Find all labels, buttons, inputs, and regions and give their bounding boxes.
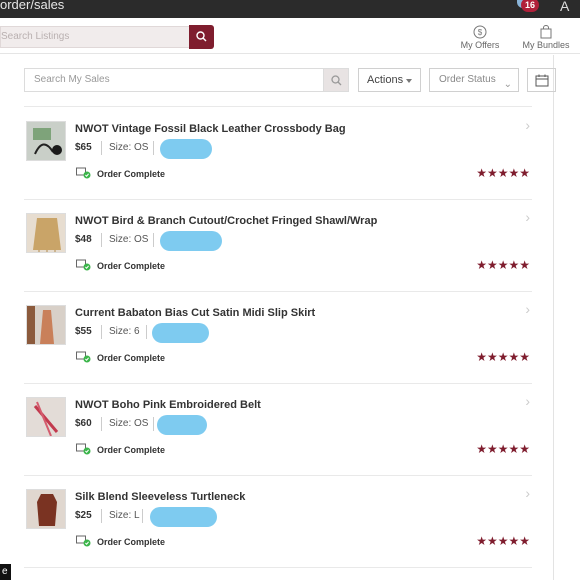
redacted-username xyxy=(160,231,222,251)
my-bundles-link[interactable]: My Bundles xyxy=(520,25,572,50)
order-status-label: Order Status xyxy=(439,74,496,85)
my-bundles-label: My Bundles xyxy=(522,40,570,50)
item-thumbnail xyxy=(26,213,66,253)
svg-text:$: $ xyxy=(478,28,483,37)
caret-down-icon xyxy=(406,79,412,83)
item-thumbnail xyxy=(26,305,66,345)
separator xyxy=(153,141,154,155)
item-size: Size: 6 xyxy=(109,326,140,337)
date-filter-button[interactable] xyxy=(527,68,556,92)
item-size: Size: OS xyxy=(109,418,149,429)
item-size: Size: L xyxy=(109,510,140,521)
order-complete-icon xyxy=(76,535,91,547)
search-listings-input[interactable]: Search Listings xyxy=(0,26,190,48)
redacted-username xyxy=(157,415,207,435)
order-status: Order Complete xyxy=(97,445,166,455)
order-row[interactable]: NWOT Vintage Fossil Black Leather Crossb… xyxy=(24,116,538,208)
bag-icon xyxy=(540,25,552,39)
divider xyxy=(24,383,532,384)
item-price: $55 xyxy=(75,326,92,337)
divider xyxy=(24,475,532,476)
item-thumbnail xyxy=(26,397,66,437)
item-price: $60 xyxy=(75,418,92,429)
chevron-right-icon[interactable]: › xyxy=(525,393,530,409)
rating-stars: ★★★★★ xyxy=(476,442,530,456)
order-row[interactable]: Current Babaton Bias Cut Satin Midi Slip… xyxy=(24,300,538,392)
separator xyxy=(101,325,102,339)
chevron-right-icon[interactable]: › xyxy=(525,301,530,317)
corner-label: e xyxy=(0,564,11,580)
browser-topbar: order/sales 16 A xyxy=(0,0,580,18)
redacted-username xyxy=(160,139,212,159)
site-header: Search Listings $ My Offers My Bundles xyxy=(0,18,580,54)
rating-stars: ★★★★★ xyxy=(476,258,530,272)
item-price: $65 xyxy=(75,142,92,153)
order-complete-icon xyxy=(76,259,91,271)
divider xyxy=(24,291,532,292)
separator xyxy=(153,233,154,247)
search-my-sales-input[interactable]: Search My Sales xyxy=(24,68,324,92)
order-status: Order Complete xyxy=(97,261,166,271)
item-title[interactable]: Current Babaton Bias Cut Satin Midi Slip… xyxy=(75,307,315,319)
item-thumbnail xyxy=(26,489,66,529)
chevron-right-icon[interactable]: › xyxy=(525,209,530,225)
item-title[interactable]: NWOT Boho Pink Embroidered Belt xyxy=(75,399,261,411)
my-offers-label: My Offers xyxy=(460,40,500,50)
order-complete-icon xyxy=(76,351,91,363)
calendar-icon xyxy=(535,74,549,87)
item-title[interactable]: NWOT Vintage Fossil Black Leather Crossb… xyxy=(75,123,346,135)
rating-stars: ★★★★★ xyxy=(476,166,530,180)
order-status-dropdown[interactable]: Order Status ⌄ xyxy=(429,68,519,92)
separator xyxy=(101,417,102,431)
redacted-username xyxy=(150,507,217,527)
search-my-sales-button[interactable] xyxy=(323,68,349,92)
separator xyxy=(142,509,143,523)
order-row[interactable]: NWOT Boho Pink Embroidered Belt $60 Size… xyxy=(24,392,538,484)
redacted-username xyxy=(152,323,209,343)
order-complete-icon xyxy=(76,443,91,455)
divider xyxy=(24,567,532,568)
chevron-right-icon[interactable]: › xyxy=(525,485,530,501)
separator xyxy=(153,417,154,431)
rating-stars: ★★★★★ xyxy=(476,350,530,364)
my-offers-link[interactable]: $ My Offers xyxy=(455,25,505,50)
item-size: Size: OS xyxy=(109,234,149,245)
actions-label: Actions xyxy=(367,74,404,86)
divider xyxy=(24,106,532,107)
search-icon xyxy=(196,31,207,42)
order-status: Order Complete xyxy=(97,353,166,363)
item-price: $48 xyxy=(75,234,92,245)
notification-badge: 16 xyxy=(521,0,540,12)
sales-panel: Search My Sales Actions Order Status ⌄ N… xyxy=(24,55,556,580)
order-complete-icon xyxy=(76,167,91,179)
chevron-right-icon[interactable]: › xyxy=(525,117,530,133)
account-avatar[interactable]: A xyxy=(560,0,569,14)
separator xyxy=(101,233,102,247)
separator xyxy=(101,509,102,523)
divider xyxy=(24,199,532,200)
separator xyxy=(101,141,102,155)
order-row[interactable]: NWOT Bird & Branch Cutout/Crochet Fringe… xyxy=(24,208,538,300)
search-icon xyxy=(331,75,342,86)
item-price: $25 xyxy=(75,510,92,521)
order-status: Order Complete xyxy=(97,537,166,547)
order-row[interactable]: Silk Blend Sleeveless Turtleneck $25 Siz… xyxy=(24,484,538,576)
item-size: Size: OS xyxy=(109,142,149,153)
item-title[interactable]: NWOT Bird & Branch Cutout/Crochet Fringe… xyxy=(75,215,377,227)
dollar-circle-icon: $ xyxy=(473,25,487,39)
url-path: order/sales xyxy=(0,0,65,12)
chevron-down-icon: ⌄ xyxy=(503,79,512,90)
item-thumbnail xyxy=(26,121,66,161)
search-listings-button[interactable] xyxy=(189,25,214,49)
item-title[interactable]: Silk Blend Sleeveless Turtleneck xyxy=(75,491,245,503)
actions-dropdown[interactable]: Actions xyxy=(358,68,421,92)
rating-stars: ★★★★★ xyxy=(476,534,530,548)
separator xyxy=(146,325,147,339)
content-border xyxy=(553,55,554,580)
order-status: Order Complete xyxy=(97,169,166,179)
